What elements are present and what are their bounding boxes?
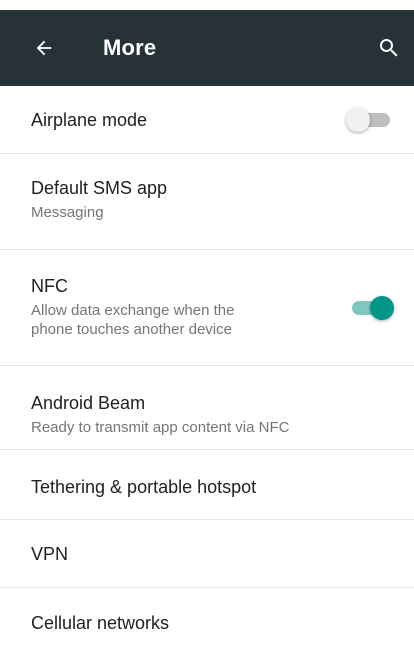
nfc-summary-line-1: Allow data exchange when the xyxy=(31,302,235,319)
nfc-title: NFC xyxy=(31,276,68,296)
nfc-summary-line-2: phone touches another device xyxy=(31,321,232,338)
settings-screen: More Airplane mode Default SMS app Messa… xyxy=(0,0,414,649)
default-sms-app-title: Default SMS app xyxy=(31,178,168,198)
settings-list: Airplane mode Default SMS app Messaging … xyxy=(0,86,414,649)
airplane-mode-toggle[interactable] xyxy=(346,106,394,134)
search-button[interactable] xyxy=(376,34,402,62)
app-bar: More xyxy=(0,10,414,86)
android-beam-item[interactable]: Android Beam Ready to transmit app conte… xyxy=(0,366,414,450)
nfc-toggle-thumb xyxy=(370,296,394,320)
cellular-networks-title: Cellular networks xyxy=(31,613,170,633)
airplane-mode-title: Airplane mode xyxy=(31,110,148,130)
page-title: More xyxy=(103,35,157,60)
default-sms-app-summary: Messaging xyxy=(31,204,104,221)
vpn-title: VPN xyxy=(31,544,69,564)
airplane-mode-item[interactable]: Airplane mode xyxy=(0,86,414,154)
nfc-toggle[interactable] xyxy=(346,294,394,322)
back-button[interactable] xyxy=(30,34,58,62)
default-sms-app-item[interactable]: Default SMS app Messaging xyxy=(0,154,414,250)
nfc-item[interactable]: NFC Allow data exchange when the phone t… xyxy=(0,250,414,366)
cellular-networks-item[interactable]: Cellular networks xyxy=(0,588,414,649)
android-beam-title: Android Beam xyxy=(31,393,146,413)
tethering-hotspot-title: Tethering & portable hotspot xyxy=(31,477,257,497)
airplane-mode-toggle-thumb xyxy=(346,108,370,132)
android-beam-summary: Ready to transmit app content via NFC xyxy=(31,419,290,436)
nfc-summary: Allow data exchange when the phone touch… xyxy=(31,301,394,339)
vpn-item[interactable]: VPN xyxy=(0,520,414,588)
tethering-hotspot-item[interactable]: Tethering & portable hotspot xyxy=(0,450,414,520)
arrow-back-icon xyxy=(36,40,52,56)
search-icon xyxy=(380,39,398,57)
